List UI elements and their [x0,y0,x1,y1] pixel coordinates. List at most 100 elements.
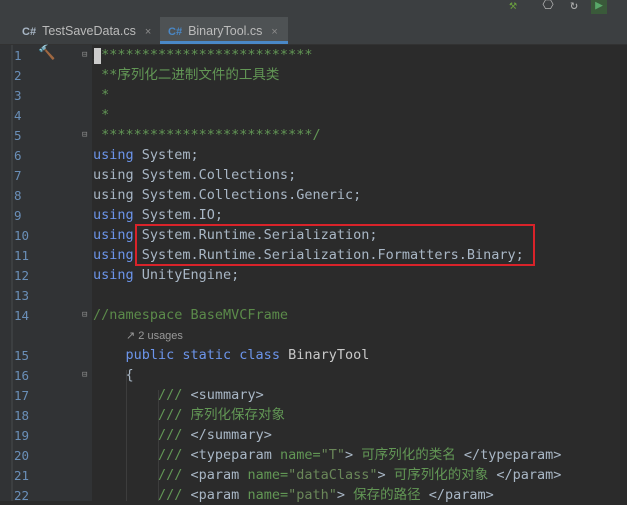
fold-marker-icon[interactable]: ⊟ [82,130,87,140]
code-line: /// <param name="path"> 保存的路径 </param> [93,485,494,505]
usages-hint[interactable]: ↗ 2 usages [126,329,183,342]
code-line: using System.IO; [93,205,223,225]
code-token: * [93,107,110,123]
code-token: /************************** [93,47,313,63]
line-number: 2 [14,68,22,83]
code-token: "dataClass" [288,467,378,483]
code-token: </param> [496,467,562,483]
highlight-box [135,224,535,266]
line-number: 11 [14,248,30,263]
csharp-file-icon: C# [22,26,37,38]
hammer-icon[interactable]: 🔨 [38,45,55,61]
line-number: 7 [14,168,22,183]
code-token: 可序列化的对象 [385,467,497,483]
code-token: BinaryTool [279,347,370,363]
code-token: <typeparam [190,447,280,463]
refresh-icon[interactable]: ↻ [566,0,582,14]
fold-marker-icon[interactable]: ⊟ [82,310,87,320]
line-number: 8 [14,188,22,203]
line-number: 17 [14,388,30,403]
code-line: { [93,365,134,385]
code-token: UnityEngine; [133,267,240,283]
debug-attach-icon[interactable]: ⎔ [540,0,556,14]
code-token: /// [158,387,191,403]
fold-marker-icon[interactable]: ⊟ [82,50,87,60]
tab-label: BinaryTool.cs [188,24,263,38]
tab-testsavedata[interactable]: C# TestSaveData.cs × [22,17,157,44]
code-token: using [93,247,134,263]
code-token: public static class [125,347,280,363]
code-line: using System.Collections; [93,165,296,185]
code-token: </typeparam> [463,447,562,463]
code-token: /// [158,467,191,483]
code-token: System; [133,147,199,163]
code-line: /************************** [93,45,312,65]
close-icon[interactable]: × [271,26,277,38]
tab-binarytool[interactable]: C# BinaryTool.cs × [160,17,288,44]
code-line: /// <param name="dataClass"> 可序列化的对象 </p… [93,465,561,485]
line-number: 18 [14,408,30,423]
line-number: 15 [14,348,30,363]
run-icon[interactable]: ▶ [591,0,607,14]
build-hammer-icon[interactable]: ⚒ [505,0,521,14]
code-token: using System.Collections.Generic; [93,187,362,203]
line-number: 20 [14,448,30,463]
code-token: using [93,207,134,223]
code-editor[interactable]: /************************** **序列化二进制文件的工… [93,45,627,503]
fold-marker-icon[interactable]: ⊟ [82,370,87,380]
code-line: /// </summary> [93,425,272,445]
code-token: name= [247,467,289,483]
code-token: "T" [320,447,345,463]
code-token: System.IO; [133,207,224,223]
code-line: /// 序列化保存对象 [93,405,285,425]
line-number: 14 [14,308,30,323]
line-number: 19 [14,428,30,443]
code-token: * [93,87,110,103]
code-token: { [125,367,134,383]
top-toolbar: ⚒ ⎔ ↻ ▶ [0,0,627,17]
code-line: **************************/ [93,125,321,145]
code-token: /// 序列化保存对象 [158,407,286,423]
line-number: 13 [14,288,30,303]
line-number: 1 [14,48,22,63]
line-number: 10 [14,228,30,243]
line-number: 4 [14,108,22,123]
gutter-divider [11,45,13,501]
code-line: * [93,85,109,105]
code-line: using System.Collections.Generic; [93,185,361,205]
code-token: 可序列化的类名 [353,447,464,463]
code-token: using [93,147,134,163]
code-token: //namespace BaseMVCFrame [93,307,289,323]
code-line: using UnityEngine; [93,265,239,285]
line-number: 12 [14,268,30,283]
code-token: using [93,267,134,283]
line-number: 6 [14,148,22,163]
csharp-file-icon: C# [168,26,183,38]
code-token: > [377,467,386,483]
code-line: /// <summary> [93,385,264,405]
close-icon[interactable]: × [145,26,151,38]
code-token: name= [279,447,321,463]
code-token: /// [158,447,191,463]
code-line: * [93,105,109,125]
line-number: 3 [14,88,22,103]
code-line: /// <typeparam name="T"> 可序列化的类名 </typep… [93,445,561,465]
text-cursor [94,48,101,64]
tab-label: TestSaveData.cs [42,24,136,38]
line-number: 9 [14,208,22,223]
code-token: using System.Collections; [93,167,297,183]
code-token: **序列化二进制文件的工具类 [93,67,280,83]
line-number: 16 [14,368,30,383]
code-token: > [344,447,354,463]
editor-tab-bar: C# TestSaveData.cs × C# BinaryTool.cs × [0,17,627,45]
line-number: 21 [14,468,30,483]
code-token: <summary> [190,387,264,403]
code-token: /// [158,427,191,443]
code-token: **************************/ [93,127,321,143]
code-line: public static class BinaryTool [93,345,370,365]
code-token: using [93,227,134,243]
code-line: using System; [93,145,199,165]
line-number: 5 [14,128,22,143]
code-token: <param [190,467,248,483]
code-line: **序列化二进制文件的工具类 [93,65,279,85]
